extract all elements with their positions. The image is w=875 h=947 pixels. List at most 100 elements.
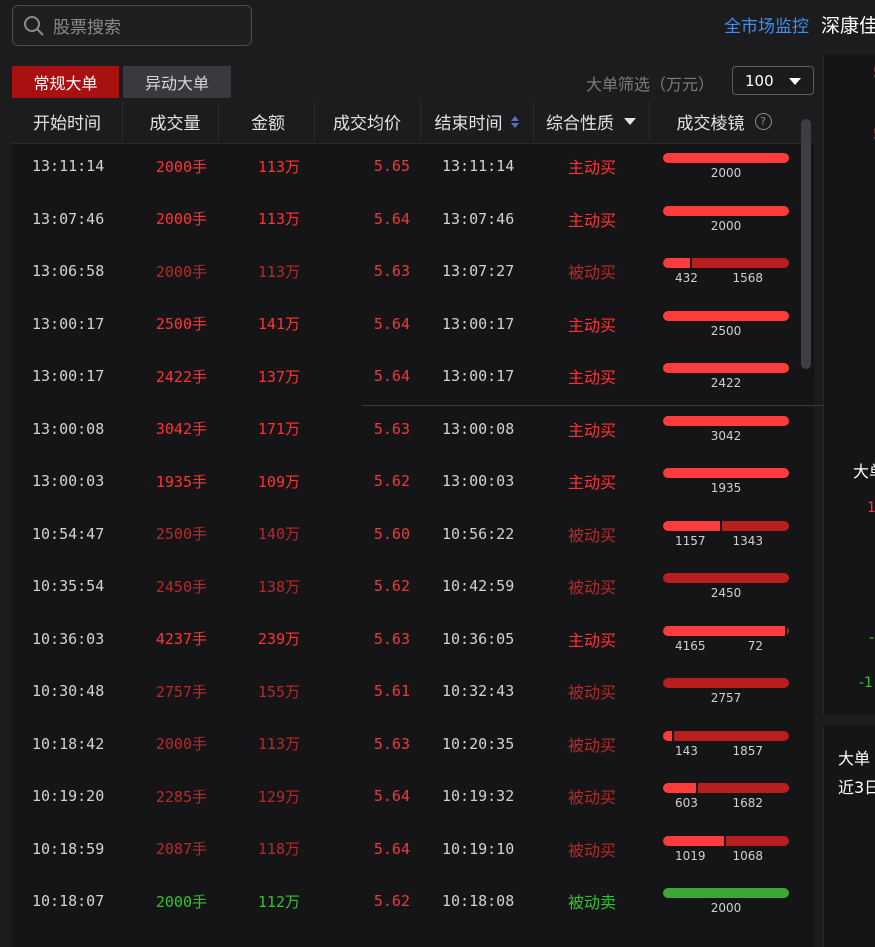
prism-bar-fill — [663, 363, 789, 373]
table-row[interactable]: 13:11:14 2000手 113万 5.65 13:11:14 主动买 20… — [12, 144, 814, 197]
amount: 138万 — [257, 577, 300, 596]
prism-active-label: 603 — [675, 796, 698, 810]
start-time: 10:18:42 — [32, 734, 105, 753]
prism: 2000 — [663, 888, 789, 917]
prism-bar-passive — [726, 835, 789, 846]
avg-price: 5.64 — [373, 839, 410, 858]
prism-bar-active — [663, 835, 724, 846]
scrollbar[interactable] — [801, 119, 811, 369]
col-amount[interactable]: 金额 — [218, 99, 318, 144]
prism-bar — [663, 363, 789, 373]
start-time: 13:00:08 — [32, 419, 105, 438]
start-time: 10:18:59 — [32, 839, 105, 858]
prism-bar-passive — [698, 783, 789, 793]
prism-bar-passive — [722, 520, 789, 531]
table-row[interactable]: 13:00:17 2422手 137万 5.64 13:00:17 主动买 24… — [12, 354, 814, 407]
volume: 2285手 — [155, 787, 207, 806]
sort-icon[interactable] — [510, 115, 519, 128]
prism-passive-label: 1068 — [732, 848, 763, 863]
table-row[interactable]: 10:35:54 2450手 138万 5.62 10:42:59 被动买 24… — [12, 564, 814, 617]
start-time: 10:35:54 — [32, 577, 105, 595]
table-row[interactable]: 10:19:20 2285手 129万 5.64 10:19:32 被动买 60… — [12, 774, 814, 827]
amount: 239万 — [257, 630, 300, 648]
table-row[interactable]: 10:18:42 2000手 113万 5.63 10:20:35 被动买 14… — [12, 722, 814, 775]
prism-bar — [663, 625, 789, 636]
nature: 主动买 — [567, 210, 616, 230]
col-prism-label: 成交棱镜 — [676, 114, 745, 134]
prism-bar-fill — [663, 310, 789, 321]
prism: 4165 72 — [663, 625, 789, 655]
table-row[interactable]: 10:18:59 2087手 118万 5.64 10:19:10 被动买 10… — [12, 827, 814, 880]
filter-dropdown-icon[interactable] — [624, 118, 636, 125]
start-time: 13:00:17 — [32, 314, 105, 333]
prism-bar-active — [663, 520, 720, 531]
table-row[interactable]: 10:18:07 2000手 112万 5.62 10:18:08 被动卖 20… — [12, 879, 814, 932]
volume: 2000手 — [155, 210, 207, 228]
side-value: - — [869, 630, 875, 646]
table-row[interactable]: 13:07:46 2000手 113万 5.64 13:07:46 主动买 20… — [12, 197, 814, 250]
table-row[interactable]: 10:36:03 4237手 239万 5.63 10:36:05 主动买 41… — [12, 617, 814, 670]
prism-bar-fill — [663, 573, 789, 583]
prism-bar — [663, 153, 789, 163]
col-end-time-label: 结束时间 — [434, 114, 503, 134]
start-time: 10:30:48 — [32, 682, 105, 700]
col-start-time[interactable]: 开始时间 — [12, 99, 122, 144]
amount: 113万 — [257, 157, 300, 176]
prism-bar-fill — [663, 468, 789, 478]
nature: 被动买 — [567, 840, 616, 860]
avg-price: 5.64 — [373, 314, 410, 333]
prism: 1157 1343 — [663, 520, 789, 550]
avg-price: 5.63 — [373, 734, 410, 753]
amount: 155万 — [257, 682, 300, 701]
table-row[interactable]: 13:00:03 1935手 109万 5.62 13:00:03 主动买 19… — [12, 459, 814, 512]
filter-select[interactable]: 100 — [732, 66, 814, 95]
end-time: 10:20:35 — [442, 734, 515, 753]
prism-active-label: 143 — [675, 743, 698, 758]
prism-passive-label: 72 — [747, 638, 763, 653]
side-value: 1 — [867, 500, 875, 516]
col-nature[interactable]: 综合性质 — [533, 99, 649, 144]
prism-bar — [663, 520, 789, 531]
side-panel-bottom: 大单 近3日 — [823, 726, 875, 947]
prism-bar — [663, 205, 789, 216]
volume: 2450手 — [155, 577, 207, 596]
big-order-table: 开始时间 成交量 金额 成交均价 结束时间 综合性质 成交棱镜 ? 13:11:… — [12, 99, 814, 947]
prism-total-label: 2757 — [710, 691, 742, 705]
prism-bar — [663, 258, 789, 268]
col-avg-price[interactable]: 成交均价 — [314, 99, 420, 144]
volume: 2000手 — [155, 262, 207, 281]
prism-total-label: 2000 — [710, 901, 742, 915]
search-input[interactable]: 股票搜索 — [12, 5, 252, 46]
prism-active-label: 4165 — [675, 638, 706, 653]
help-icon[interactable]: ? — [754, 113, 772, 130]
prism-bar-fill — [663, 415, 789, 426]
table-row[interactable]: 10:30:48 2757手 155万 5.61 10:32:43 被动买 27… — [12, 669, 814, 722]
amount: 109万 — [257, 472, 300, 491]
col-end-time[interactable]: 结束时间 — [420, 99, 533, 144]
search-placeholder: 股票搜索 — [53, 18, 121, 38]
table-row[interactable]: 13:00:17 2500手 141万 5.64 13:00:17 主动买 25… — [12, 302, 814, 355]
tab-abnormal-big-orders[interactable]: 异动大单 — [123, 66, 231, 98]
prism-bar-passive — [692, 258, 789, 268]
side-label: 近3日 — [838, 778, 875, 797]
stock-name: 深康佳 — [821, 15, 875, 37]
avg-price: 5.61 — [373, 682, 410, 700]
prism-bar-active — [663, 783, 696, 793]
avg-price: 5.64 — [373, 367, 410, 385]
prism-active-label: 1157 — [675, 533, 706, 548]
tab-regular-big-orders[interactable]: 常规大单 — [12, 66, 119, 98]
volume: 2757手 — [155, 682, 207, 701]
col-volume[interactable]: 成交量 — [122, 99, 228, 144]
volume: 1935手 — [155, 472, 207, 491]
table-row[interactable]: 10:54:47 2500手 140万 5.60 10:56:22 被动买 11… — [12, 512, 814, 565]
volume: 2500手 — [155, 525, 207, 543]
table-row[interactable]: 13:06:58 2000手 113万 5.63 13:07:27 被动买 43… — [12, 249, 814, 302]
prism: 2000 — [663, 205, 789, 235]
table-row[interactable]: 13:00:08 3042手 171万 5.63 13:00:08 主动买 30… — [12, 407, 814, 460]
search-icon — [24, 15, 44, 36]
market-monitor-link[interactable]: 全市场监控 — [724, 12, 809, 37]
volume: 3042手 — [155, 420, 207, 438]
prism-bar — [663, 888, 789, 898]
amount: 171万 — [257, 420, 300, 438]
prism-bar — [663, 835, 789, 846]
